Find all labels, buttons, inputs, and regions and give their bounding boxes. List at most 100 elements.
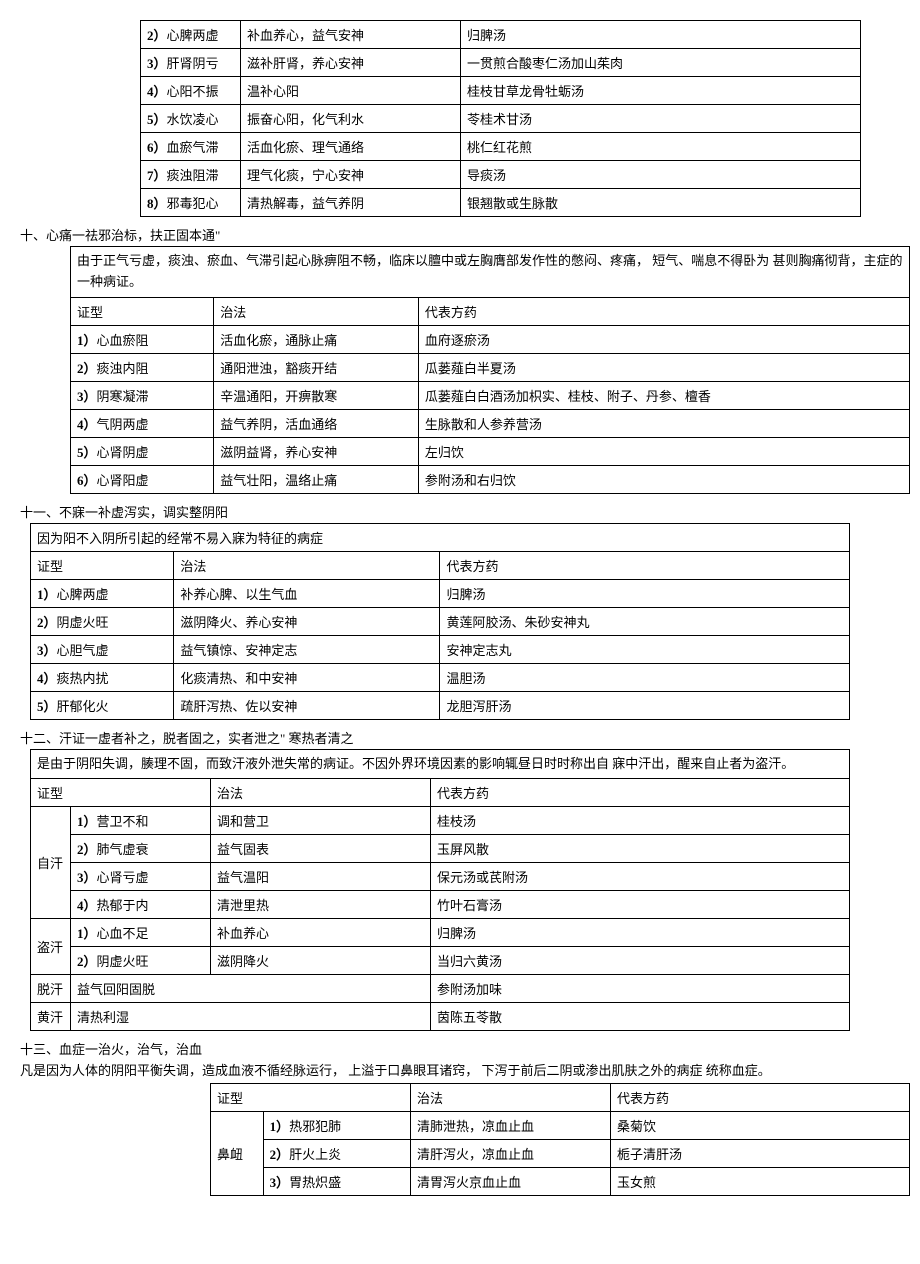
table-cell: 安神定志丸 <box>440 635 850 663</box>
table-cell: 4）气阴两虚 <box>71 409 214 437</box>
table-cell: 4）心阳不振 <box>141 77 241 105</box>
table-cell: 2）心脾两虚 <box>141 21 241 49</box>
table-cell: 滋阴降火 <box>211 947 431 975</box>
table-cell: 参附汤和右归饮 <box>418 465 909 493</box>
table-cell: 补血养心 <box>211 919 431 947</box>
table-cell: 通阳泄浊，豁痰开结 <box>214 353 419 381</box>
table-cell: 归脾汤 <box>431 919 850 947</box>
table-cell: 清肝泻火，凉血止血 <box>411 1140 611 1168</box>
table-cell: 2）肝火上炎 <box>263 1140 410 1168</box>
table-cell: 6）血瘀气滞 <box>141 133 241 161</box>
table-section-13: 证型 治法 代表方药 鼻衄1）热邪犯肺清肺泄热，凉血止血桑菊饮 2）肝火上炎清肝泻… <box>210 1083 910 1196</box>
col-header: 治法 <box>214 297 419 325</box>
section-13-heading: 十三、血症一治火，治气，治血 <box>20 1039 900 1058</box>
table-cell: 银翘散或生脉散 <box>461 189 861 217</box>
group-daohan: 盗汗 <box>31 919 71 975</box>
table-cell: 2）阴虚火旺 <box>31 607 174 635</box>
col-header: 证型 <box>31 551 174 579</box>
table-cell: 1）营卫不和 <box>71 807 211 835</box>
col-header: 治法 <box>174 551 440 579</box>
table-cell: 益气回阳固脱 <box>71 975 431 1003</box>
table-cell: 桂枝汤 <box>431 807 850 835</box>
table-cell: 化痰清热、和中安神 <box>174 663 440 691</box>
table-cell: 黄莲阿胶汤、朱砂安神丸 <box>440 607 850 635</box>
section-12-intro: 是由于阴阳失调，腠理不固，而致汗液外泄失常的病证。不因外界环境因素的影响辄昼日时… <box>31 749 850 779</box>
table-cell: 8）邪毒犯心 <box>141 189 241 217</box>
table-cell: 3）心胆气虚 <box>31 635 174 663</box>
table-cell: 保元汤或芪附汤 <box>431 863 850 891</box>
table-cell: 7）痰浊阻滞 <box>141 161 241 189</box>
table-cell: 桑菊饮 <box>611 1112 910 1140</box>
group-zihan: 自汗 <box>31 807 71 919</box>
table-cell: 栀子清肝汤 <box>611 1140 910 1168</box>
table-cell: 玉屏风散 <box>431 835 850 863</box>
table-cell: 当归六黄汤 <box>431 947 850 975</box>
table-cell: 益气壮阳，温络止痛 <box>214 465 419 493</box>
table-cell: 清肺泄热，凉血止血 <box>411 1112 611 1140</box>
table-cell: 6）心肾阳虚 <box>71 465 214 493</box>
col-header-method: 治法 <box>411 1084 611 1112</box>
table-cell: 瓜蒌薤白白酒汤加枳实、桂枝、附子、丹参、檀香 <box>418 381 909 409</box>
table-cell: 一贯煎合酸枣仁汤加山茱肉 <box>461 49 861 77</box>
table-cell: 5）心肾阴虚 <box>71 437 214 465</box>
table-cell: 3）肝肾阴亏 <box>141 49 241 77</box>
table-cell: 滋补肝肾，养心安神 <box>241 49 461 77</box>
table-cell: 益气养阴，活血通络 <box>214 409 419 437</box>
table-cell: 益气温阳 <box>211 863 431 891</box>
table-cell: 桃仁红花煎 <box>461 133 861 161</box>
table-cell: 2）痰浊内阻 <box>71 353 214 381</box>
table-cell: 清胃泻火京血止血 <box>411 1168 611 1196</box>
table-cell: 瓜蒌薤白半夏汤 <box>418 353 909 381</box>
table-cell: 温胆汤 <box>440 663 850 691</box>
col-header-formula: 代表方药 <box>611 1084 910 1112</box>
table-cell: 2）阴虚火旺 <box>71 947 211 975</box>
col-header: 代表方药 <box>440 551 850 579</box>
table-cell: 生脉散和人参养营汤 <box>418 409 909 437</box>
table-section-12: 是由于阴阳失调，腠理不固，而致汗液外泄失常的病证。不因外界环境因素的影响辄昼日时… <box>30 749 850 1032</box>
table-cell: 3）胃热炽盛 <box>263 1168 410 1196</box>
table-cell: 清热利湿 <box>71 1003 431 1031</box>
table-cell: 滋阴降火、养心安神 <box>174 607 440 635</box>
table-cell: 参附汤加味 <box>431 975 850 1003</box>
table-cell: 苓桂术甘汤 <box>461 105 861 133</box>
table-cell: 5）肝郁化火 <box>31 691 174 719</box>
table-cell: 1）心血瘀阻 <box>71 325 214 353</box>
table-cell: 益气固表 <box>211 835 431 863</box>
table-cell: 滋阴益肾，养心安神 <box>214 437 419 465</box>
table-cell: 疏肝泻热、佐以安神 <box>174 691 440 719</box>
table-cell: 1）心脾两虚 <box>31 579 174 607</box>
table-cell: 龙胆泻肝汤 <box>440 691 850 719</box>
group-label: 黄汗 <box>31 1003 71 1031</box>
section-13-intro: 凡是因为人体的阴阳平衡失调，造成血液不循经脉运行， 上溢于口鼻眼耳诸窍， 下泻于… <box>20 1060 900 1079</box>
col-header: 代表方药 <box>418 297 909 325</box>
table-cell: 茵陈五苓散 <box>431 1003 850 1031</box>
table-section-10: 由于正气亏虚，痰浊、瘀血、气滞引起心脉痹阻不畅，临床以膻中或左胸膺部发作性的憋闷… <box>70 246 910 494</box>
table-cell: 5）水饮凌心 <box>141 105 241 133</box>
table-cell: 竹叶石膏汤 <box>431 891 850 919</box>
table-cell: 益气镇惊、安神定志 <box>174 635 440 663</box>
group-binu: 鼻衄 <box>211 1112 264 1196</box>
table-cell: 2）肺气虚衰 <box>71 835 211 863</box>
table-cell: 玉女煎 <box>611 1168 910 1196</box>
col-header-method: 治法 <box>211 779 431 807</box>
table-cell: 振奋心阳，化气利水 <box>241 105 461 133</box>
section-10-heading: 十、心痛一祛邪治标，扶正固本通" <box>20 225 900 244</box>
table-section-11: 因为阳不入阴所引起的经常不易入寐为特征的病症 证型治法代表方药1）心脾两虚补养心… <box>30 523 850 720</box>
table-cell: 活血化瘀，通脉止痛 <box>214 325 419 353</box>
table-cell: 1）热邪犯肺 <box>263 1112 410 1140</box>
col-header-formula: 代表方药 <box>431 779 850 807</box>
table-cell: 理气化痰，宁心安神 <box>241 161 461 189</box>
table-cell: 归脾汤 <box>461 21 861 49</box>
table-cell: 辛温通阳，开痹散寒 <box>214 381 419 409</box>
section-11-heading: 十一、不寐一补虚泻实，调实整阴阳 <box>20 502 900 521</box>
table-cell: 4）痰热内扰 <box>31 663 174 691</box>
table-cell: 4）热郁于内 <box>71 891 211 919</box>
col-header: 证型 <box>71 297 214 325</box>
col-header-type: 证型 <box>211 1084 411 1112</box>
table-cell: 清泄里热 <box>211 891 431 919</box>
table-cell: 桂枝甘草龙骨牡蛎汤 <box>461 77 861 105</box>
section-11-intro: 因为阳不入阴所引起的经常不易入寐为特征的病症 <box>31 523 850 551</box>
table-cell: 调和营卫 <box>211 807 431 835</box>
table-cell: 血府逐瘀汤 <box>418 325 909 353</box>
table-cell: 活血化瘀、理气通络 <box>241 133 461 161</box>
